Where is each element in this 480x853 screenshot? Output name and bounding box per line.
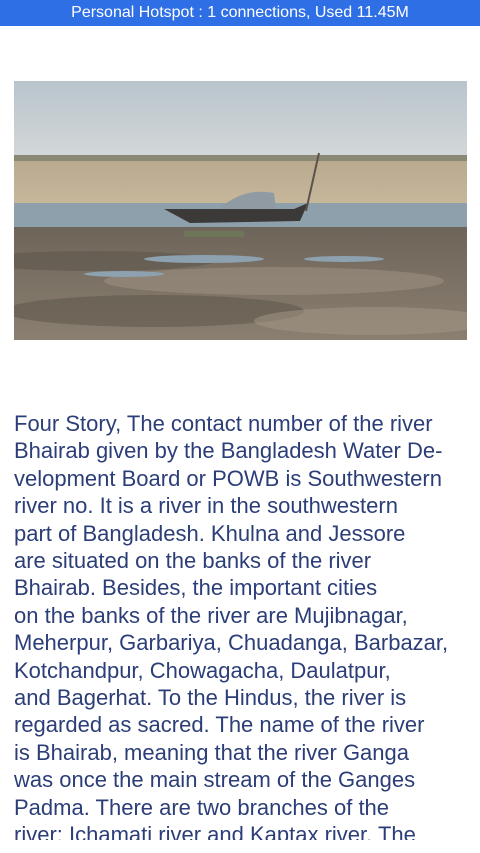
article-line: Bhairab. Besides, the important cities (14, 575, 378, 601)
article-line: was once the main stream of the Ganges (14, 767, 416, 793)
article-line: is Bhairab, meaning that the river Ganga (14, 739, 410, 765)
status-bar: Personal Hotspot : 1 connections, Used 1… (0, 0, 480, 26)
article-line: part of Bangladesh. Khulna and Jessore (14, 520, 406, 546)
article-line: Meherpur, Garbariya, Chuadanga, Barbazar… (14, 630, 449, 656)
article-line: river no. It is a river in the southwest… (14, 493, 398, 519)
article-line: on the banks of the river are Mujibnagar… (14, 602, 408, 628)
article-line: and Bagerhat. To the Hindus, the river i… (14, 685, 407, 711)
article-line: Padma. There are two branches of the (14, 794, 390, 820)
article-paragraph: Four Story, The contact number of the ri… (14, 410, 469, 840)
article-line: Bhairab given by the Bangladesh Water De… (14, 438, 443, 464)
article-body: Four Story, The contact number of the ri… (14, 410, 469, 840)
article-line: are situated on the banks of the river (14, 548, 372, 574)
article-line: Four Story, The contact number of the ri… (14, 411, 433, 436)
article-photo (14, 81, 467, 340)
article-line: river: Ichamati river and Kaptax river. … (14, 822, 416, 840)
hotspot-status-text: Personal Hotspot : 1 connections, Used 1… (71, 4, 409, 21)
article-line: regarded as sacred. The name of the rive… (14, 712, 425, 738)
article-line: velopment Board or POWB is Southwestern (14, 465, 442, 491)
article-line: Kotchandpur, Chowagacha, Daulatpur, (14, 657, 391, 683)
